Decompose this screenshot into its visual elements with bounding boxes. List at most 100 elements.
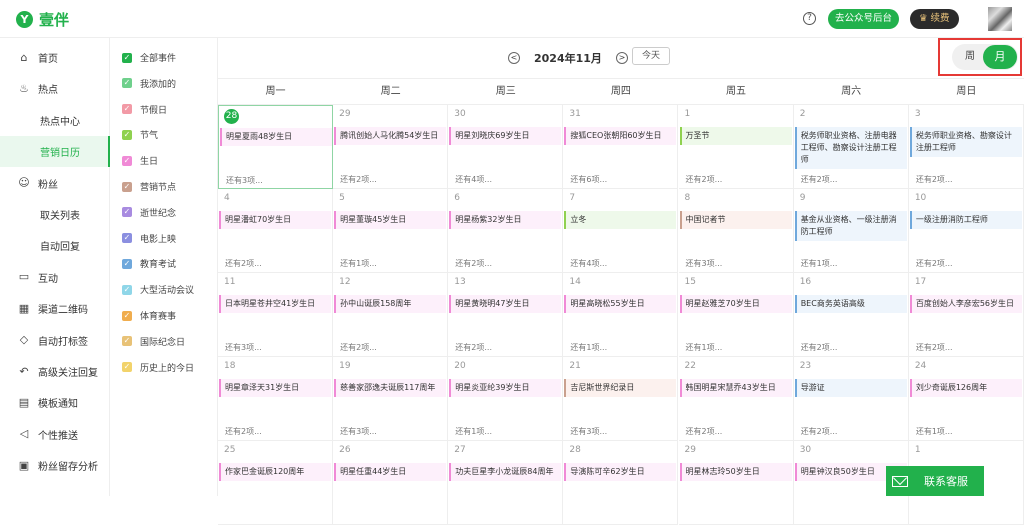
event-chip[interactable]: 一级注册消防工程师 [909,211,1022,229]
event-filter[interactable]: ✓ 大型活动会议 [122,283,194,296]
more-events-link[interactable]: 还有1项... [686,342,723,353]
more-events-link[interactable]: 还有2项... [916,258,953,269]
event-chip[interactable]: 搜狐CEO张朝阳60岁生日 [564,127,677,145]
calendar-day-cell[interactable]: 31 搜狐CEO张朝阳60岁生日 还有6项... [563,105,679,189]
next-month-icon[interactable]: > [615,52,628,64]
event-filter[interactable]: ✓ 国际纪念日 [122,335,185,348]
calendar-day-cell[interactable]: 3 税务师职业资格、勘察设计注册工程师 还有2项... [908,105,1024,189]
sidebar-item[interactable]: ⌂ 首页 [0,42,110,73]
sidebar-item[interactable]: 自动回复 [0,230,110,261]
more-events-link[interactable]: 还有2项... [801,426,838,437]
event-chip[interactable]: 吉尼斯世界纪录日 [564,379,677,397]
more-events-link[interactable]: 还有1项... [340,258,377,269]
checkbox-icon[interactable]: ✓ [122,362,132,373]
checkbox-icon[interactable]: ✓ [122,233,132,244]
renew-button[interactable]: ♛ 续费 [910,9,959,29]
calendar-day-cell[interactable]: 5 明星董璇45岁生日 还有1项... [333,189,449,273]
week-view-button[interactable]: 周 [956,44,984,70]
event-chip[interactable]: 慈善家邵逸夫诞辰117周年 [334,379,447,397]
event-chip[interactable]: 明星黄晓明47岁生日 [449,295,562,313]
go-backend-button[interactable]: 去公众号后台 [828,9,900,29]
event-chip[interactable]: 明星赵雅芝70岁生日 [679,295,792,313]
more-events-link[interactable]: 还有2项... [455,342,492,353]
event-chip[interactable]: 百度创始人李彦宏56岁生日 [909,295,1022,313]
event-chip[interactable]: 明星任重44岁生日 [334,463,447,481]
calendar-day-cell[interactable]: 8 中国记者节 还有3项... [678,189,794,273]
event-filter[interactable]: ✓ 节气 [122,128,158,141]
event-filter[interactable]: ✓ 我添加的 [122,77,176,90]
sidebar-item[interactable]: ▭ 互动 [0,262,110,293]
calendar-day-cell[interactable]: 27 功夫巨星李小龙诞辰84周年 [448,441,564,525]
event-filter[interactable]: ✓ 生日 [122,154,158,167]
calendar-day-cell[interactable]: 30 明星刘晓庆69岁生日 还有4项... [448,105,564,189]
calendar-day-cell[interactable]: 7 立冬 还有4项... [563,189,679,273]
more-events-link[interactable]: 还有3项... [686,258,723,269]
event-chip[interactable]: 基金从业资格、一级注册消防工程师 [794,211,907,241]
event-filter[interactable]: ✓ 节假日 [122,103,167,116]
calendar-day-cell[interactable]: 2 税务师职业资格、注册电器工程师、勘察设计注册工程师 还有2项... [793,105,909,189]
sidebar-item[interactable]: ▤ 模板通知 [0,387,110,418]
checkbox-icon[interactable]: ✓ [122,310,132,321]
event-chip[interactable]: 腾讯创始人马化腾54岁生日 [334,127,447,145]
event-filter[interactable]: ✓ 全部事件 [122,51,176,64]
calendar-day-cell[interactable]: 1 万圣节 还有2项... [678,105,794,189]
event-chip[interactable]: 导游证 [794,379,907,397]
sidebar-item[interactable]: ♨ 热点 [0,73,110,104]
month-view-button[interactable]: 月 [983,45,1017,69]
event-filter[interactable]: ✓ 历史上的今日 [122,361,194,374]
more-events-link[interactable]: 还有3项... [226,175,263,186]
event-chip[interactable]: 明星章泽天31岁生日 [219,379,331,397]
more-events-link[interactable]: 还有2项... [225,426,262,437]
calendar-day-cell[interactable]: 10 一级注册消防工程师 还有2项... [908,189,1024,273]
avatar[interactable] [988,7,1012,31]
calendar-day-cell[interactable]: 25 作家巴金诞辰120周年 [218,441,333,525]
calendar-day-cell[interactable]: 16 BEC商务英语高级 还有2项... [793,273,909,357]
calendar-day-cell[interactable]: 28 明星夏雨48岁生日 还有3项... [218,105,333,189]
checkbox-icon[interactable]: ✓ [122,258,132,269]
calendar-day-cell[interactable]: 12 孙中山诞辰158周年 还有2项... [333,273,449,357]
event-chip[interactable]: 明星炎亚纶39岁生日 [449,379,562,397]
contact-service-button[interactable]: 联系客服 [886,466,984,496]
event-chip[interactable]: 明星刘晓庆69岁生日 [449,127,562,145]
more-events-link[interactable]: 还有1项... [916,426,953,437]
checkbox-icon[interactable]: ✓ [122,78,132,89]
sidebar-item[interactable]: ☺ 粉丝 [0,168,110,199]
calendar-day-cell[interactable]: 19 慈善家邵逸夫诞辰117周年 还有3项... [333,357,449,441]
more-events-link[interactable]: 还有2项... [916,174,953,185]
more-events-link[interactable]: 还有2项... [225,258,262,269]
calendar-day-cell[interactable]: 6 明星杨紫32岁生日 还有2项... [448,189,564,273]
calendar-day-cell[interactable]: 9 基金从业资格、一级注册消防工程师 还有1项... [793,189,909,273]
event-chip[interactable]: 刘少奇诞辰126周年 [909,379,1022,397]
calendar-day-cell[interactable]: 23 导游证 还有2项... [793,357,909,441]
event-chip[interactable]: BEC商务英语高级 [794,295,907,313]
more-events-link[interactable]: 还有1项... [570,342,607,353]
more-events-link[interactable]: 还有2项... [801,174,838,185]
calendar-day-cell[interactable]: 29 腾讯创始人马化腾54岁生日 还有2项... [333,105,449,189]
checkbox-icon[interactable]: ✓ [122,181,132,192]
sidebar-item[interactable]: ▣ 粉丝留存分析 [0,450,110,481]
event-chip[interactable]: 明星潘虹70岁生日 [219,211,331,229]
calendar-day-cell[interactable]: 24 刘少奇诞辰126周年 还有1项... [908,357,1024,441]
event-filter[interactable]: ✓ 体育赛事 [122,309,176,322]
checkbox-icon[interactable]: ✓ [122,104,132,115]
event-filter[interactable]: ✓ 教育考试 [122,257,176,270]
more-events-link[interactable]: 还有2项... [801,342,838,353]
calendar-day-cell[interactable]: 29 明星林志玲50岁生日 [678,441,794,525]
sidebar-item[interactable]: 热点中心 [0,105,110,136]
checkbox-icon[interactable]: ✓ [122,129,132,140]
more-events-link[interactable]: 还有3项... [570,426,607,437]
more-events-link[interactable]: 还有1项... [455,426,492,437]
checkbox-icon[interactable]: ✓ [122,284,132,295]
event-chip[interactable]: 中国记者节 [679,211,792,229]
event-filter[interactable]: ✓ 电影上映 [122,232,176,245]
calendar-day-cell[interactable]: 17 百度创始人李彦宏56岁生日 还有2项... [908,273,1024,357]
calendar-day-cell[interactable]: 28 导演陈可辛62岁生日 [563,441,679,525]
sidebar-item[interactable]: ◁ 个性推送 [0,419,110,450]
calendar-day-cell[interactable]: 13 明星黄晓明47岁生日 还有2项... [448,273,564,357]
sidebar-item[interactable]: ↶ 高级关注回复 [0,356,110,387]
calendar-day-cell[interactable]: 14 明星高晓松55岁生日 还有1项... [563,273,679,357]
calendar-day-cell[interactable]: 11 日本明星苍井空41岁生日 还有3项... [218,273,333,357]
app-logo[interactable]: Y 壹伴 [16,9,69,30]
sidebar-item[interactable]: 营销日历 [0,136,110,168]
more-events-link[interactable]: 还有4项... [570,258,607,269]
